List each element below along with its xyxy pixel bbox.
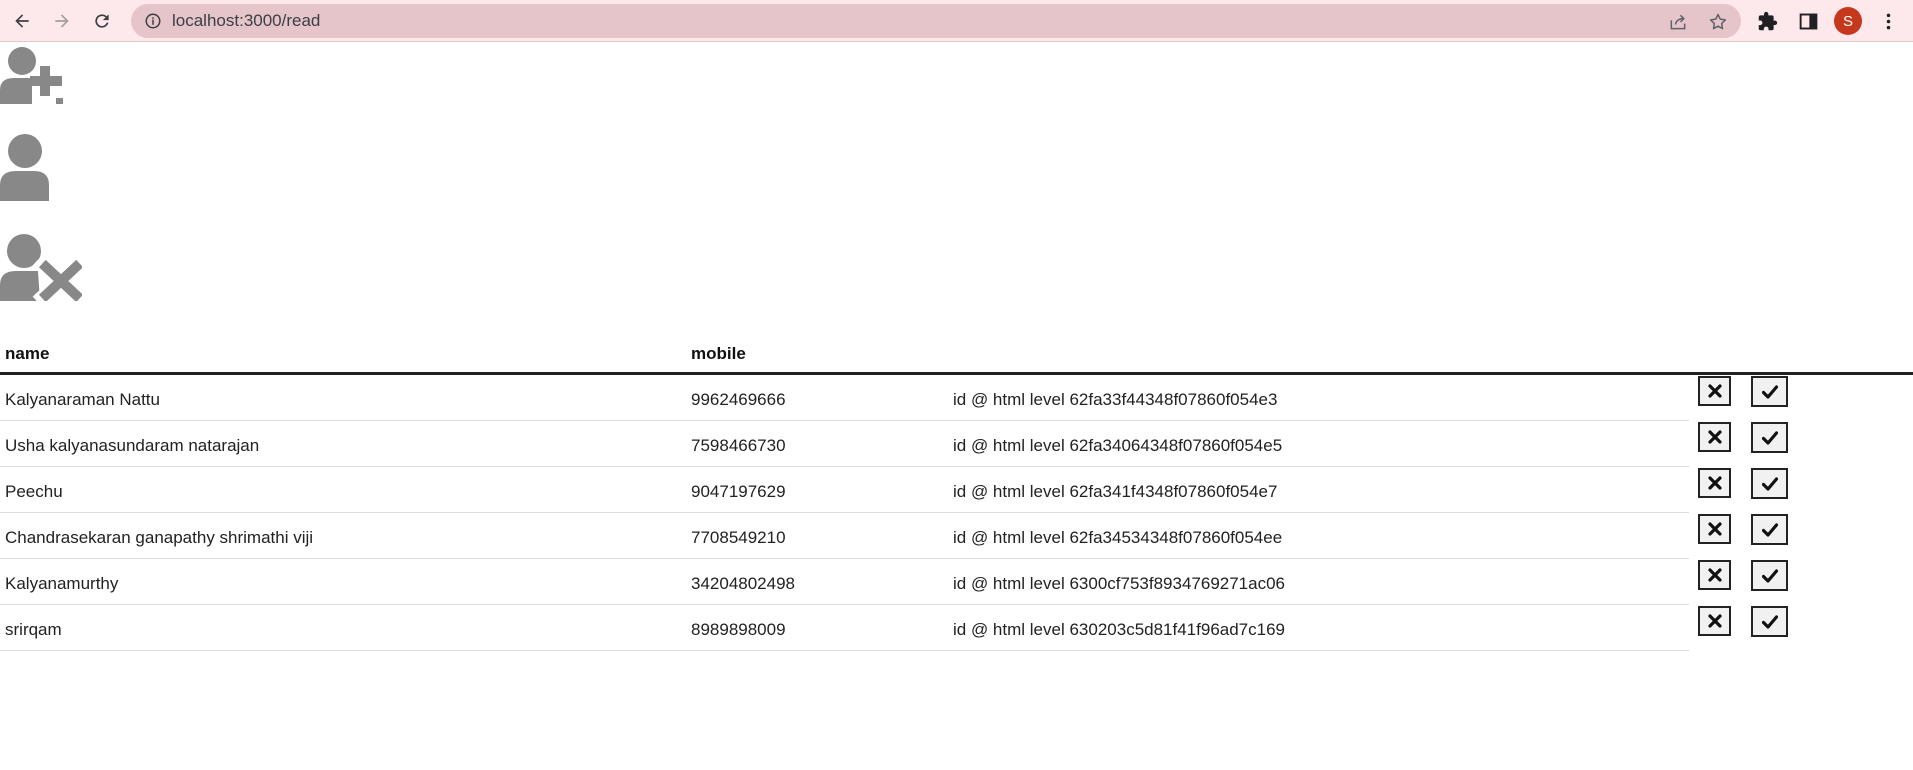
table-row: Kalyanamurthy 34204802498 id @ html level …: [0, 559, 1913, 605]
table-row: Kalyanaraman Nattu 9962469666 id @ html le…: [0, 375, 1913, 421]
confirm-row-button[interactable]: [1751, 376, 1788, 407]
browser-menu-button[interactable]: [1876, 9, 1900, 33]
row-divider: [0, 650, 1689, 651]
table-row: srirqam 8989898009 id @ html level 630203c…: [0, 605, 1913, 651]
delete-row-button[interactable]: [1698, 376, 1731, 406]
reload-button[interactable]: [87, 6, 117, 36]
check-icon: [1761, 430, 1778, 445]
cell-id: id @ html level 62fa33f44348f07860f054e3: [953, 390, 1278, 409]
forward-arrow-icon: [55, 14, 69, 28]
cell-id: id @ html level 630203c5d81f41f96ad7c169: [953, 620, 1285, 639]
cell-mobile: 34204802498: [691, 574, 796, 593]
times-icon: [1707, 568, 1722, 582]
column-header-name: name: [5, 344, 50, 363]
cell-id: id @ html level 62fa34534348f07860f054ee: [953, 528, 1283, 547]
table-row: Chandrasekaran ganapathy shrimathi viji 7…: [0, 513, 1913, 559]
cell-id: id @ html level 62fa34064348f07860f054e5: [953, 436, 1283, 455]
times-icon: [1707, 614, 1722, 628]
profile-avatar[interactable]: S: [1834, 7, 1862, 35]
check-icon: [1761, 568, 1778, 583]
delete-user-button[interactable]: [0, 233, 82, 301]
url-text[interactable]: localhost:3000/read: [172, 4, 320, 38]
add-user-button[interactable]: [0, 46, 66, 106]
cell-name: Peechu: [5, 482, 63, 501]
times-icon: [1707, 430, 1722, 444]
times-icon: [1707, 522, 1722, 536]
table-row: Peechu 9047197629 id @ html level 62fa341f…: [0, 467, 1913, 513]
user-icon: [0, 134, 49, 201]
cell-name: Chandrasekaran ganapathy shrimathi viji: [5, 528, 314, 547]
delete-row-button[interactable]: [1698, 514, 1731, 544]
site-info-icon[interactable]: [144, 12, 162, 30]
share-icon: [1670, 14, 1686, 30]
forward-button[interactable]: [47, 6, 77, 36]
user-remove-icon: [0, 234, 82, 301]
cell-name: srirqam: [5, 620, 62, 639]
address-bar[interactable]: localhost:3000/read: [131, 4, 1741, 38]
delete-row-button[interactable]: [1698, 606, 1731, 636]
cell-mobile: 7598466730: [691, 436, 786, 455]
cell-mobile: 8989898009: [691, 620, 786, 639]
confirm-row-button[interactable]: [1751, 560, 1788, 591]
bookmark-button[interactable]: [1707, 11, 1729, 33]
delete-row-button[interactable]: [1698, 560, 1731, 590]
back-button[interactable]: [7, 6, 37, 36]
check-icon: [1761, 522, 1778, 537]
share-button[interactable]: [1667, 11, 1689, 33]
confirm-row-button[interactable]: [1751, 422, 1788, 453]
table-body: Kalyanaraman Nattu 9962469666 id @ html le…: [0, 375, 1913, 651]
cell-name: Usha kalyanasundaram natarajan: [5, 436, 260, 455]
cell-mobile: 9962469666: [691, 390, 786, 409]
cell-name: Kalyanamurthy: [5, 574, 119, 593]
user-plus-icon: [0, 47, 63, 104]
table-header: name mobile: [0, 330, 1913, 375]
delete-row-button[interactable]: [1698, 468, 1731, 498]
browser-toolbar: localhost:3000/read S: [0, 0, 1913, 42]
extensions-button[interactable]: [1755, 9, 1779, 33]
cell-mobile: 7708549210: [691, 528, 786, 547]
column-header-mobile: mobile: [691, 344, 746, 363]
confirm-row-button[interactable]: [1751, 606, 1788, 637]
confirm-row-button[interactable]: [1751, 514, 1788, 545]
check-icon: [1761, 476, 1778, 491]
view-user-button[interactable]: [0, 133, 50, 201]
side-panel-button[interactable]: [1796, 9, 1820, 33]
times-icon: [1707, 384, 1722, 398]
table-row: Usha kalyanasundaram natarajan 7598466730…: [0, 421, 1913, 467]
cell-mobile: 9047197629: [691, 482, 786, 501]
cell-name: Kalyanaraman Nattu: [5, 390, 160, 409]
side-panel-icon: [1799, 13, 1817, 29]
delete-row-button[interactable]: [1698, 422, 1731, 452]
times-icon: [1707, 476, 1722, 490]
users-table: name mobile Kalyanaraman Nattu 9962469666…: [0, 330, 1913, 651]
more-menu-icon: [1886, 13, 1890, 29]
check-icon: [1761, 384, 1778, 399]
cell-id: id @ html level 6300cf753f8934769271ac06: [953, 574, 1285, 593]
cell-id: id @ html level 62fa341f4348f07860f054e7: [953, 482, 1278, 501]
check-icon: [1761, 614, 1778, 629]
confirm-row-button[interactable]: [1751, 468, 1788, 499]
back-arrow-icon: [15, 14, 29, 28]
reload-icon: [95, 14, 109, 28]
extensions-puzzle-icon: [1758, 11, 1777, 30]
bookmark-star-icon: [1709, 13, 1727, 30]
